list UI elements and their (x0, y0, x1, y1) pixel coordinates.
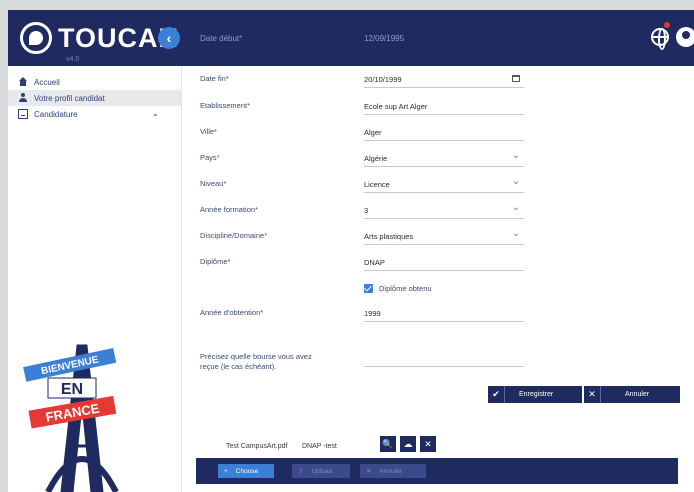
field-label: Diplôme (200, 257, 228, 266)
sidebar-item-label: Candidature (34, 109, 78, 119)
field-label: Etablissement (200, 101, 248, 110)
field-label: Niveau (200, 179, 224, 188)
sidebar: Accueil Votre profil candidat Candidatur… (8, 66, 182, 492)
bourse-label: Précisez quelle bourse vous avez reçue (… (200, 352, 312, 371)
field-label: Année formation (200, 205, 256, 214)
chevron-down-icon: ⌄ (152, 109, 159, 118)
attachment-description: DNAP -test (302, 443, 337, 450)
calendar-icon[interactable] (512, 75, 520, 82)
etablissement-field[interactable]: Ecole sup Art Alger (364, 99, 524, 115)
diplome-obtenu-checkbox[interactable] (364, 284, 373, 293)
discipline-select[interactable]: Arts plastiques (364, 228, 524, 245)
field-label: Pays (200, 153, 217, 162)
diplome-obtenu-row[interactable]: Diplôme obtenu (364, 284, 432, 293)
toucan-logo-icon (20, 22, 52, 54)
plus-icon: + (224, 467, 228, 475)
ghost-date-debut-value: 12/09/1995 (364, 34, 405, 43)
field-label: Date fin (200, 74, 226, 83)
sidebar-collapse-button[interactable]: ‹ (158, 27, 180, 49)
checkbox-label: Diplôme obtenu (379, 284, 432, 293)
form-row-annee-obtention: Année d'obtention* 1999 (200, 306, 670, 322)
search-icon[interactable]: 🔍 (380, 436, 396, 452)
upload-icon: ⇧ (298, 468, 304, 475)
form-row-pays: Pays* Algérie (200, 150, 670, 167)
person-icon (18, 93, 28, 103)
form-row-date-fin: Date fin* 20/10/1999 (200, 72, 670, 88)
sidebar-item-accueil[interactable]: Accueil (8, 74, 181, 90)
close-icon: ✕ (588, 389, 596, 399)
check-icon: ✔ (492, 389, 500, 399)
formation-form: Date fin* 20/10/1999 Etablissement* Ecol… (182, 66, 694, 492)
annee-formation-select[interactable]: 3 (364, 202, 524, 219)
form-row-annee-formation: Année formation* 3 (200, 202, 670, 219)
sidebar-item-profil[interactable]: Votre profil candidat (8, 90, 181, 106)
annee-obtention-field[interactable]: 1999 (364, 306, 524, 322)
save-button[interactable]: ✔ Enregistrer (488, 386, 582, 403)
form-row-diplome: Diplôme* DNAP (200, 255, 670, 271)
cloud-download-icon[interactable]: ☁ (400, 436, 416, 452)
ville-field[interactable]: Alger (364, 125, 524, 141)
home-icon (18, 77, 28, 87)
diplome-field[interactable]: DNAP (364, 255, 524, 271)
file-upload-toolbar: + Choose ⇧ Upload ✕ Annuler (196, 458, 678, 484)
form-row-niveau: Niveau* Licence (200, 176, 670, 193)
user-account-icon[interactable] (676, 27, 694, 47)
notification-badge (664, 22, 670, 28)
ghost-date-debut-label: Date début* (200, 34, 243, 43)
form-row-ville: Ville* Alger (200, 125, 670, 141)
toucan-logo[interactable]: TOUCAN (20, 22, 179, 54)
logo-subtitle: v4.0 (66, 56, 80, 63)
bourse-field[interactable] (364, 366, 524, 367)
banner-line2: EN (61, 381, 83, 398)
language-globe-icon[interactable] (651, 28, 669, 50)
remove-attachment-icon[interactable]: ✕ (420, 436, 436, 452)
upload-button[interactable]: ⇧ Upload (292, 464, 350, 478)
document-icon (18, 109, 28, 119)
sidebar-item-candidature[interactable]: Candidature ⌄ (8, 106, 181, 122)
field-label: Discipline/Domaine (200, 231, 265, 240)
app-header: TOUCAN v4.0 ‹ Date début* 12/09/1995 (8, 10, 694, 66)
pays-select[interactable]: Algérie (364, 150, 524, 167)
cancel-button[interactable]: ✕ Annuler (584, 386, 680, 403)
date-fin-field[interactable]: 20/10/1999 (364, 72, 524, 88)
cancel-upload-button[interactable]: ✕ Annuler (360, 464, 426, 478)
close-icon: ✕ (366, 468, 372, 475)
choose-file-button[interactable]: + Choose (218, 464, 274, 478)
attachment-file-name[interactable]: Test CampusArt.pdf (226, 443, 287, 450)
niveau-select[interactable]: Licence (364, 176, 524, 193)
bienvenue-en-france-banner: BIENVENUE EN FRANCE (23, 344, 119, 492)
sidebar-item-label: Accueil (34, 77, 60, 87)
sidebar-item-label: Votre profil candidat (34, 93, 105, 103)
field-label: Année d'obtention (200, 308, 261, 317)
form-row-discipline: Discipline/Domaine* Arts plastiques (200, 228, 670, 245)
app-window: TOUCAN v4.0 ‹ Date début* 12/09/1995 Acc… (8, 10, 694, 492)
field-label: Ville (200, 127, 215, 136)
form-row-etablissement: Etablissement* Ecole sup Art Alger (200, 99, 670, 115)
